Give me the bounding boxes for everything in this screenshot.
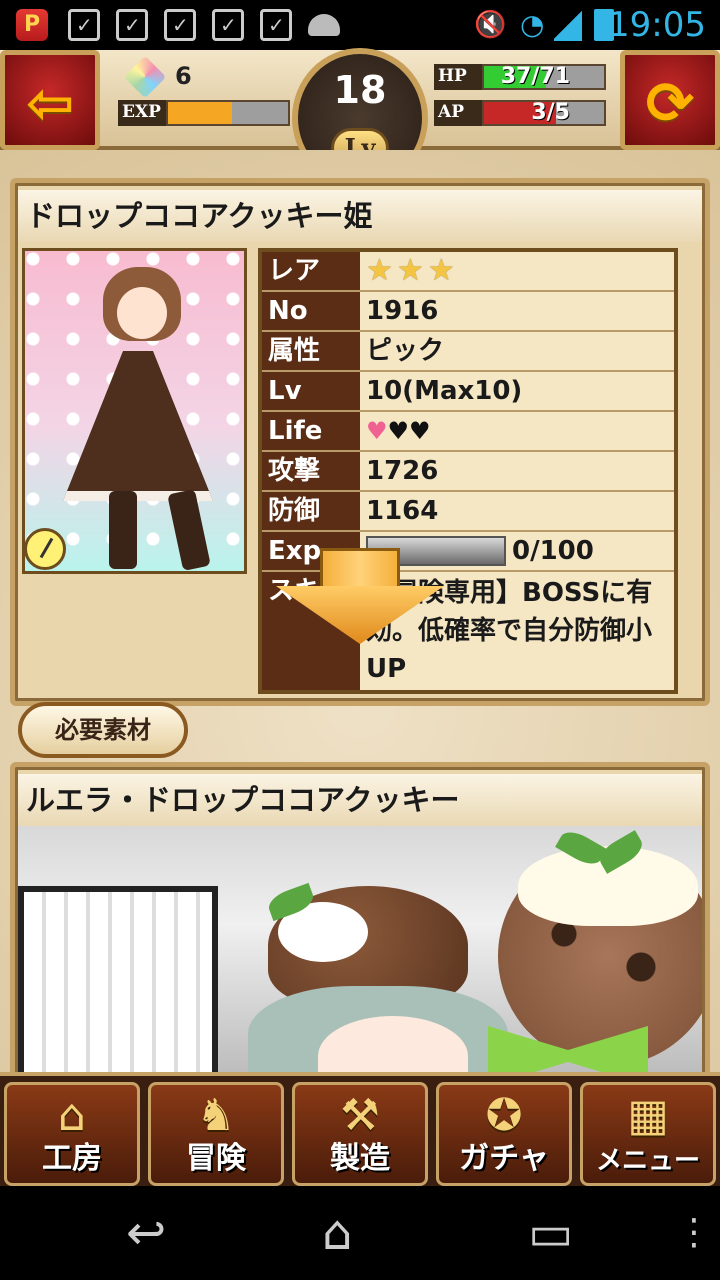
top-header: ⇦ 6 EXP 18 Lv HP 37/71 AP 3/5 ⟳ [0, 48, 720, 188]
heart-pink-icon: ♥ [366, 417, 388, 445]
system-navigation-bar: ↩ ⌂ ▭ ⋮ [0, 1186, 720, 1280]
stat-key: 攻撃 [262, 452, 360, 490]
nav-menu[interactable]: ▦ メニュー [580, 1082, 716, 1186]
life-hearts: ♥♥♥ [366, 412, 674, 450]
nav-label: メニュー [595, 1146, 700, 1176]
card-portrait[interactable] [22, 248, 247, 574]
nav-label: 工房 [42, 1141, 102, 1176]
mute-icon: 🔇 [474, 10, 507, 40]
status-bar: P 🔇 ◔ 19:05 [0, 0, 720, 50]
star-icon: ★ [366, 253, 393, 288]
stat-row-attack: 攻撃 1726 [262, 452, 674, 492]
heart-black-icon: ♥ [409, 417, 431, 445]
system-back-icon[interactable]: ↩ [126, 1206, 166, 1260]
hp-bar: 37/71 [482, 64, 606, 90]
stat-row-life: Life ♥♥♥ [262, 412, 674, 452]
system-recents-icon[interactable]: ▭ [528, 1206, 573, 1260]
refresh-icon: ⟳ [645, 69, 695, 137]
signal-icon [554, 9, 582, 41]
nav-label: 冒険 [186, 1141, 246, 1176]
level-number: 18 [333, 68, 387, 112]
stat-key: No [262, 292, 360, 330]
stat-key: 属性 [262, 332, 360, 370]
clipboard-check-icon [116, 9, 148, 41]
hp-label: HP [434, 64, 482, 90]
portrait-boot [167, 488, 211, 571]
portrait-boot [109, 491, 137, 569]
clock: 19:05 [608, 5, 706, 45]
clipboard-check-icon [164, 9, 196, 41]
evolved-card-name: ルエラ・ドロップココアクッキー [18, 774, 702, 826]
nav-label: 製造 [330, 1141, 390, 1176]
nav-workshop[interactable]: ⌂ 工房 [4, 1082, 140, 1186]
clipboard-check-icon [260, 9, 292, 41]
stat-value: 1726 [366, 456, 439, 486]
arrow-shaft [320, 548, 400, 590]
nav-label: ガチャ [459, 1141, 549, 1176]
hp-value: 37/71 [500, 64, 570, 89]
ap-bar: 3/5 [482, 100, 606, 126]
stat-value: 1164 [366, 496, 439, 526]
system-home-icon[interactable]: ⌂ [322, 1206, 352, 1260]
star-icon: ★ [427, 253, 455, 288]
clipboard-check-icon [68, 9, 100, 41]
evolved-card-artwork[interactable] [18, 826, 702, 1072]
portrait-dress [63, 351, 213, 501]
gem-count: 6 [175, 62, 192, 90]
exp-bar [166, 100, 290, 126]
bottom-nav: ⌂ 工房 ♞ 冒険 ⚒ 製造 ✪ ガチャ ▦ メニュー [0, 1072, 720, 1186]
stat-value: 10(Max10) [366, 376, 523, 406]
clock-icon [24, 528, 66, 570]
app-notification-icon: P [16, 9, 48, 41]
refresh-button[interactable]: ⟳ [620, 50, 720, 150]
stat-key: Lv [262, 372, 360, 410]
heart-black-icon: ♥ [387, 417, 410, 445]
back-button[interactable]: ⇦ [0, 50, 100, 150]
portrait-face [117, 287, 167, 339]
nav-adventure[interactable]: ♞ 冒険 [148, 1082, 284, 1186]
star-icon: ★ [396, 253, 424, 288]
required-materials-button[interactable]: 必要素材 [18, 702, 188, 758]
nav-crafting[interactable]: ⚒ 製造 [292, 1082, 428, 1186]
card-name: ドロップココアクッキー姫 [18, 190, 702, 242]
stat-value: ピック [366, 336, 445, 366]
stat-key: Life [262, 412, 360, 450]
card-exp-value: 0/100 [512, 536, 594, 566]
exp-bar-fill [168, 102, 232, 124]
exp-label: EXP [118, 100, 166, 126]
gem-icon [123, 55, 167, 99]
evolve-arrow-icon [276, 548, 444, 644]
arrow-head [276, 586, 444, 644]
stat-key: 防御 [262, 492, 360, 530]
artwork-window [18, 886, 218, 1072]
stat-row-level: Lv 10(Max10) [262, 372, 674, 412]
stat-row-defense: 防御 1164 [262, 492, 674, 532]
stat-row-no: No 1916 [262, 292, 674, 332]
stat-key: レア [262, 252, 360, 290]
wifi-icon: ◔ [520, 8, 545, 41]
ap-value: 3/5 [531, 100, 570, 125]
stat-row-rarity: レア ★ ★ ★ [262, 252, 674, 292]
system-overflow-icon[interactable]: ⋮ [676, 1206, 712, 1260]
back-arrow-icon: ⇦ [25, 69, 75, 137]
grid-menu-icon: ▦ [627, 1090, 669, 1141]
stat-value: 1916 [366, 296, 439, 326]
clipboard-check-icon [212, 9, 244, 41]
nav-gacha[interactable]: ✪ ガチャ [436, 1082, 572, 1186]
android-icon [308, 14, 340, 36]
stat-row-attribute: 属性 ピック [262, 332, 674, 372]
rarity-stars: ★ ★ ★ [366, 252, 674, 290]
ap-label: AP [434, 100, 482, 126]
